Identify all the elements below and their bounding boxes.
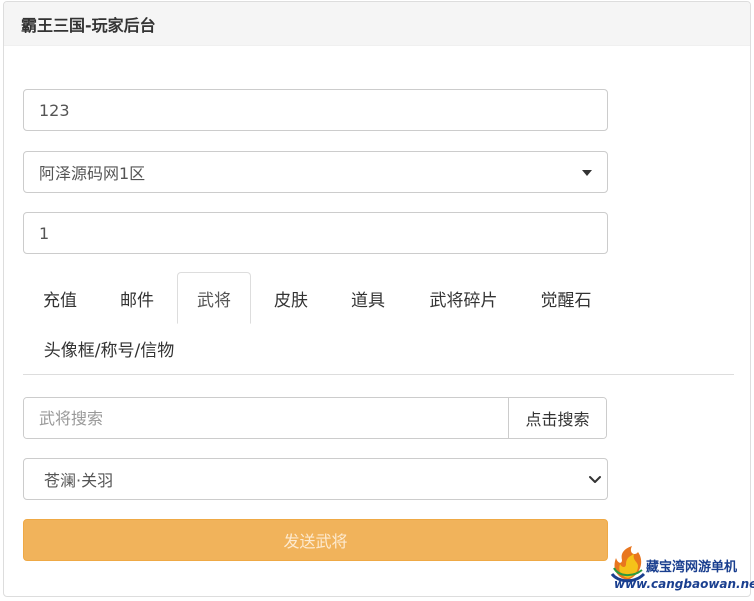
site-watermark: 藏宝湾网游单机 www.cangbaowan.net (606, 540, 754, 598)
caret-down-icon (582, 170, 592, 176)
tab-recharge[interactable]: 充值 (23, 272, 97, 324)
category-tabs: 充值 邮件 武将 皮肤 道具 武将碎片 觉醒石 头像框/称号/信物 (23, 272, 734, 375)
general-search-input[interactable] (24, 398, 508, 438)
tab-mail[interactable]: 邮件 (100, 272, 174, 324)
general-select[interactable]: 苍澜·关羽 (23, 458, 608, 500)
chevron-down-icon (589, 476, 601, 483)
watermark-title: 藏宝湾网游单机 (646, 560, 738, 575)
general-select-value: 苍澜·关羽 (44, 471, 114, 490)
tab-avatar-frames-titles[interactable]: 头像框/称号/信物 (23, 322, 195, 374)
tab-skins[interactable]: 皮肤 (254, 272, 328, 324)
tab-generals[interactable]: 武将 (177, 272, 251, 324)
quantity-input[interactable] (39, 213, 592, 253)
search-button[interactable]: 点击搜索 (508, 398, 606, 438)
tab-general-fragments[interactable]: 武将碎片 (410, 272, 517, 324)
admin-panel: 霸王三国-玩家后台 阿泽源码网1区 充值 邮件 武将 皮肤 道具 武将碎片 觉醒… (3, 1, 751, 597)
send-general-button[interactable]: 发送武将 (23, 519, 608, 561)
tab-awakening-stones[interactable]: 觉醒石 (521, 272, 611, 324)
tab-items[interactable]: 道具 (331, 272, 405, 324)
account-field[interactable] (23, 89, 608, 131)
general-search-group: 点击搜索 (23, 397, 607, 439)
account-input[interactable] (39, 90, 592, 130)
quantity-field[interactable] (23, 212, 608, 254)
watermark-url: www.cangbaowan.net (614, 577, 754, 591)
server-select-value: 阿泽源码网1区 (39, 164, 146, 183)
panel-title: 霸王三国-玩家后台 (4, 2, 750, 46)
server-select[interactable]: 阿泽源码网1区 (23, 151, 608, 193)
